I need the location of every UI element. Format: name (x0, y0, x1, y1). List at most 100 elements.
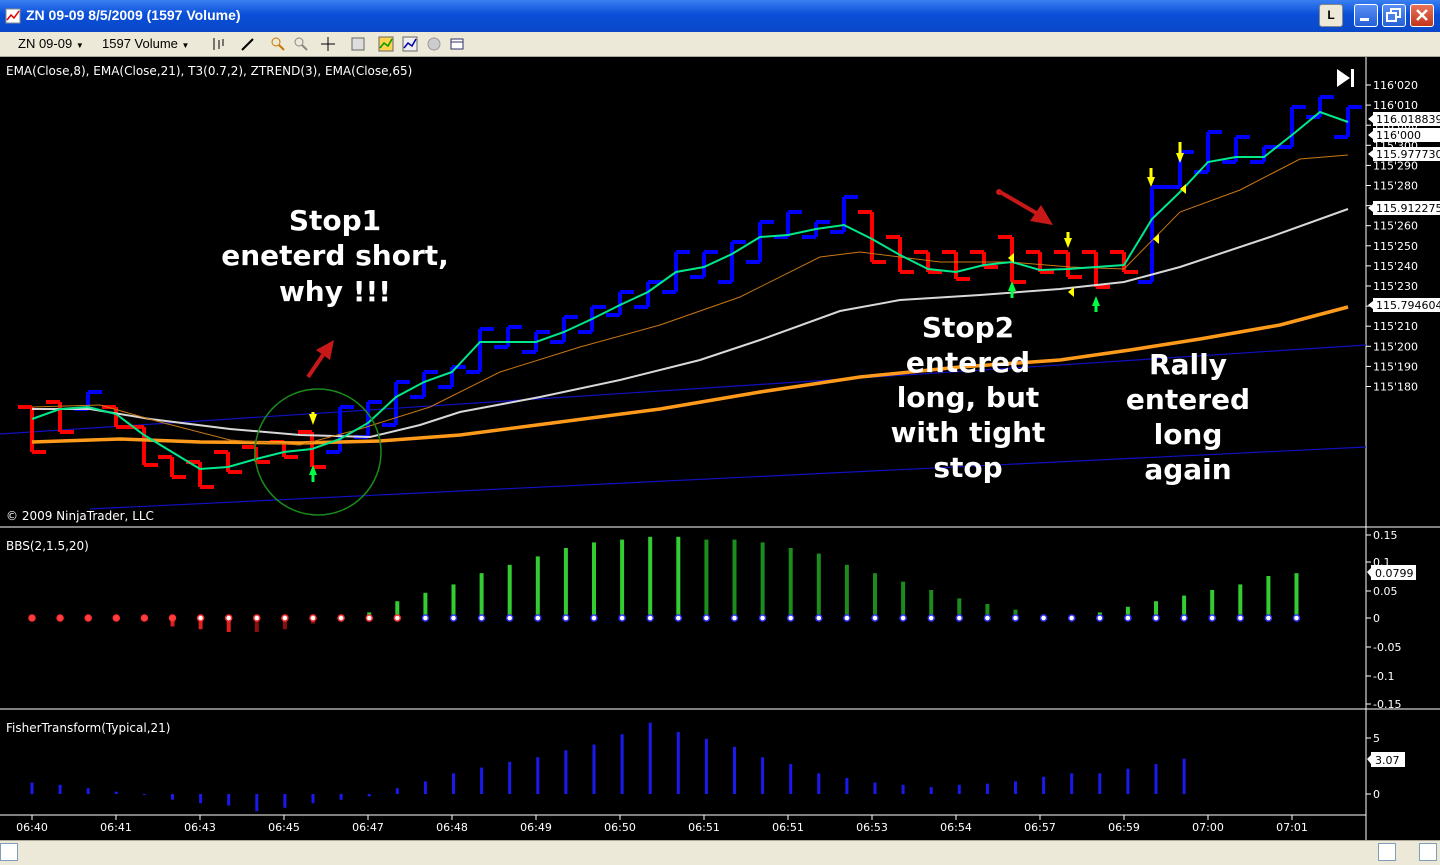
fisher-bar (676, 731, 680, 794)
period-selector[interactable]: 1597 Volume ▼ (102, 36, 189, 51)
close-icon (1416, 9, 1428, 21)
fisher-bar (395, 788, 399, 794)
bbs-bar (760, 542, 765, 618)
price-marker-label: 115.977730 (1376, 148, 1440, 161)
strategies-icon[interactable] (402, 36, 418, 52)
scroll-left-button[interactable] (0, 843, 18, 861)
fisher-bar (142, 794, 146, 795)
bbs-bar (1238, 584, 1243, 618)
bbs-bar (592, 542, 596, 618)
crosshair-icon[interactable] (320, 36, 336, 52)
bbs-dot (534, 614, 542, 622)
fisher-bar (255, 794, 259, 812)
link-button[interactable]: L (1319, 4, 1343, 27)
close-button[interactable] (1410, 4, 1434, 27)
stop2-annotation-line1: Stop2 (922, 311, 1014, 344)
scroll-right-button[interactable] (1378, 843, 1396, 861)
bbs-dot (590, 614, 598, 622)
bbs-dot (927, 614, 935, 622)
bbs-dot (393, 614, 402, 622)
time-tick-label: 06:45 (268, 821, 300, 834)
bbs-bar (535, 556, 540, 618)
price-marker-label: 116'000 (1376, 129, 1421, 142)
fisher-bar (311, 794, 315, 804)
fisher-bar (704, 738, 708, 794)
fisher-bar (199, 794, 203, 804)
time-tick-label: 06:59 (1108, 821, 1140, 834)
bbs-dot (1067, 614, 1076, 622)
bbs-bar (507, 564, 512, 618)
fisher-bar (592, 744, 596, 794)
fisher-tick-label: 0 (1373, 788, 1380, 801)
chart-area[interactable]: EMA(Close,8), EMA(Close,21), T3(0.7,2), … (0, 57, 1440, 840)
price-tick-label: 115'200 (1373, 340, 1418, 353)
horizontal-scrollbar[interactable] (0, 840, 1440, 865)
time-tick-label: 06:54 (940, 821, 972, 834)
bbs-bar (732, 539, 737, 618)
fisher-bar (1182, 758, 1186, 794)
indicators-icon[interactable] (378, 36, 394, 52)
fisher-bar (564, 750, 568, 794)
fisher-bar (1042, 776, 1046, 794)
restore-button[interactable] (1382, 4, 1406, 27)
time-tick-label: 07:00 (1192, 821, 1224, 834)
bbs-bar (873, 573, 877, 618)
fisher-panel: FisherTransform(Typical,21) 5 0 3.07 (6, 721, 1405, 812)
bbs-dot (281, 614, 289, 622)
sell-arrow-icon (1064, 238, 1072, 248)
bbs-dot (618, 614, 626, 622)
scroll-to-end-icon[interactable] (1337, 69, 1354, 87)
bbs-dot (758, 614, 767, 622)
window-titlebar[interactable]: ZN 09-09 8/5/2009 (1597 Volume) L (0, 0, 1440, 32)
bbs-bar (479, 573, 484, 618)
minimize-button[interactable] (1354, 4, 1378, 27)
fisher-bar (114, 791, 118, 794)
time-tick-label: 06:51 (772, 821, 804, 834)
chart-canvas[interactable]: EMA(Close,8), EMA(Close,21), T3(0.7,2), … (0, 57, 1440, 840)
bbs-bar (844, 564, 849, 618)
stop2-annotation-line5: stop (933, 451, 1002, 484)
annotation-arrow (998, 190, 1040, 216)
chevron-down-icon: ▼ (181, 41, 190, 50)
instrument-selector[interactable]: ZN 09-09 ▼ (18, 36, 84, 51)
bbs-dot (702, 614, 711, 622)
record-icon[interactable] (426, 36, 442, 52)
bbs-bar (704, 539, 709, 618)
bbs-dot (871, 614, 879, 622)
bbs-dot (1124, 614, 1132, 622)
bbs-histogram (28, 536, 1301, 632)
bbs-dot (562, 614, 570, 622)
bbs-bar (451, 584, 456, 618)
fisher-marker: 3.07 (1367, 752, 1405, 767)
data-box-icon[interactable] (449, 36, 465, 52)
time-axis: 06:40 06:41 06:43 06:45 06:47 06:48 06:49 06:50… (16, 815, 1308, 834)
bbs-dot (1011, 614, 1020, 622)
time-tick-label: 06:49 (520, 821, 552, 834)
properties-icon[interactable] (350, 36, 366, 52)
bbs-dot (1208, 614, 1216, 622)
stop2-annotation-line4: with tight (891, 416, 1046, 449)
fisher-label: FisherTransform(Typical,21) (6, 721, 170, 735)
zoom-in-icon[interactable] (270, 36, 286, 52)
bar-style-icon[interactable] (210, 36, 226, 52)
stop2-annotation-line3: long, but (897, 381, 1040, 414)
zoom-out-icon[interactable] (293, 36, 309, 52)
restore-icon (1386, 8, 1401, 22)
scroll-end-button[interactable] (1419, 843, 1437, 861)
bbs-dot (1180, 614, 1188, 622)
bbs-marker-value: 0.0799 (1375, 567, 1414, 580)
price-tick-label: 115'250 (1373, 240, 1418, 253)
fisher-bar (845, 777, 849, 794)
buy-arrow-icon (1092, 296, 1100, 306)
bbs-dot (365, 614, 373, 622)
bbs-bar (1266, 576, 1271, 618)
fisher-bar (817, 773, 821, 794)
fisher-bar (957, 784, 961, 794)
fisher-bar (423, 781, 427, 794)
bbs-marker: 0.0799 (1367, 565, 1416, 580)
drawing-tool-icon[interactable] (240, 36, 256, 52)
time-tick-label: 06:43 (184, 821, 216, 834)
fisher-bar (1098, 773, 1102, 794)
bbs-dot (112, 614, 121, 622)
bbs-bar (563, 548, 568, 618)
